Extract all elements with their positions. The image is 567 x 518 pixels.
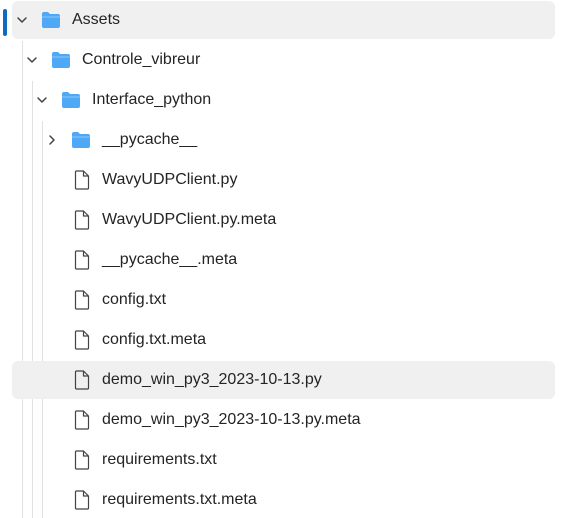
tree-item-file[interactable]: requirements.txt bbox=[12, 441, 555, 479]
file-icon bbox=[74, 290, 90, 310]
file-icon bbox=[74, 450, 90, 470]
folder-icon bbox=[62, 92, 80, 108]
tree-item-label: Assets bbox=[72, 11, 121, 28]
tree-item-pycache-folder[interactable]: __pycache__ bbox=[12, 121, 555, 159]
tree-item-file[interactable]: demo_win_py3_2023-10-13.py bbox=[12, 361, 555, 399]
tree-item-file[interactable]: config.txt bbox=[12, 281, 555, 319]
tree-item-assets[interactable]: Assets bbox=[12, 1, 555, 39]
tree-item-label: Interface_python bbox=[92, 91, 212, 108]
tree-item-label: __pycache__.meta bbox=[102, 251, 238, 268]
folder-icon bbox=[72, 132, 90, 148]
selection-indicator bbox=[3, 9, 7, 36]
tree-item-file[interactable]: __pycache__.meta bbox=[12, 241, 555, 279]
chevron-down-icon[interactable] bbox=[16, 14, 28, 26]
chevron-down-icon[interactable] bbox=[36, 94, 48, 106]
file-icon bbox=[74, 490, 90, 510]
tree-item-label: demo_win_py3_2023-10-13.py bbox=[102, 371, 322, 388]
tree-item-file[interactable]: WavyUDPClient.py bbox=[12, 161, 555, 199]
chevron-right-icon[interactable] bbox=[46, 134, 58, 146]
tree-item-label: config.txt.meta bbox=[102, 331, 207, 348]
file-icon bbox=[74, 330, 90, 350]
tree-item-file[interactable]: demo_win_py3_2023-10-13.py.meta bbox=[12, 401, 555, 439]
file-icon bbox=[74, 370, 90, 390]
tree-item-interface-python[interactable]: Interface_python bbox=[12, 81, 555, 119]
file-icon bbox=[74, 170, 90, 190]
chevron-down-icon[interactable] bbox=[26, 54, 38, 66]
file-icon bbox=[74, 250, 90, 270]
file-icon bbox=[74, 210, 90, 230]
tree-item-file[interactable]: WavyUDPClient.py.meta bbox=[12, 201, 555, 239]
tree-item-label: WavyUDPClient.py.meta bbox=[102, 211, 277, 228]
tree-item-label: config.txt bbox=[102, 291, 167, 308]
tree-item-label: WavyUDPClient.py bbox=[102, 171, 238, 188]
folder-icon bbox=[42, 12, 60, 28]
tree-item-file[interactable]: config.txt.meta bbox=[12, 321, 555, 359]
file-icon bbox=[74, 410, 90, 430]
folder-icon bbox=[52, 52, 70, 68]
tree-item-label: demo_win_py3_2023-10-13.py.meta bbox=[102, 411, 361, 428]
tree-item-label: requirements.txt.meta bbox=[102, 491, 257, 508]
folder-tree: Assets Controle_vibreur Interface_python bbox=[0, 0, 567, 518]
tree-item-file[interactable]: requirements.txt.meta bbox=[12, 481, 555, 518]
tree-item-label: Controle_vibreur bbox=[82, 51, 201, 68]
tree-item-label: requirements.txt bbox=[102, 451, 217, 468]
tree-item-label: __pycache__ bbox=[102, 131, 198, 148]
tree-item-controle-vibreur[interactable]: Controle_vibreur bbox=[12, 41, 555, 79]
